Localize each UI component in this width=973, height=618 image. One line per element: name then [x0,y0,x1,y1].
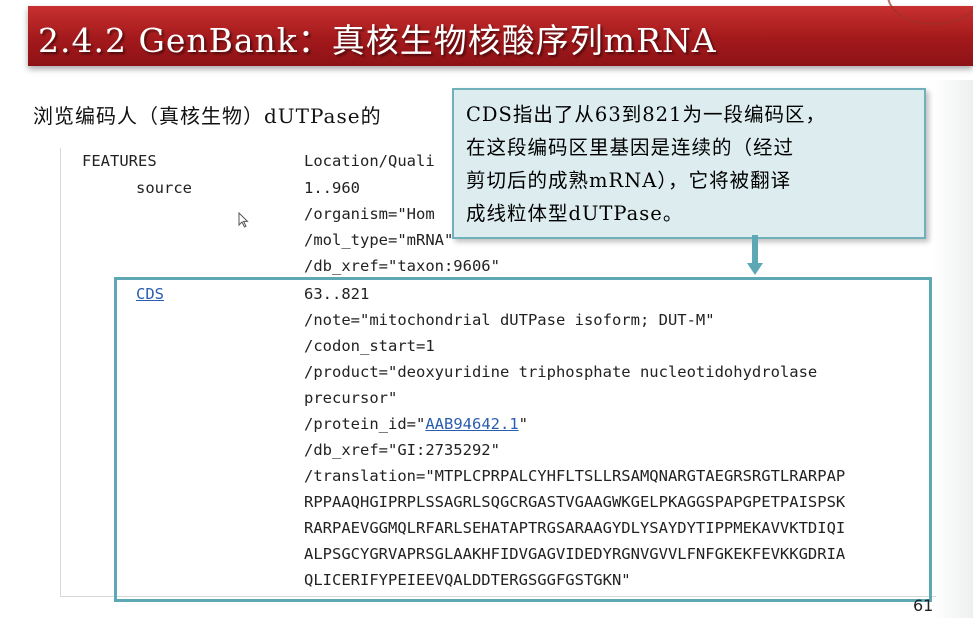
source-feature-key: source [136,179,192,197]
source-location: 1..960 [304,179,360,197]
logo-emblem [887,0,973,25]
slide-title: 2.4.2 GenBank：真核生物核酸序列mRNA [38,21,717,60]
slide-edge-shadow [932,80,973,618]
cds-product-line-1: /product="deoxyuridine triphosphate nucl… [304,363,818,381]
translation-prefix: /translation=" [304,467,435,485]
page-number: 61 [913,596,934,615]
cds-feature-link[interactable]: CDS [136,285,164,303]
translation-seq-1: MTPLCPRPALCYHFLTSLLRSAMQNARGTAEGRSRGTLRA… [434,467,846,485]
explanation-callout: CDS指出了从63到821为一段编码区， 在这段编码区里基因是连续的（经过 剪切… [452,88,926,239]
cds-translation-line-1: /translation="MTPLCPRPALCYHFLTSLLRSAMQNA… [304,467,845,485]
slide-subtitle: 浏览编码人（真核生物）dUTPase的 [33,104,382,128]
cds-translation-line-3: RARPAEVGGMQLRFARLSEHATAPTRGSARAAGYDLYSAY… [304,519,846,537]
title-bar: 2.4.2 GenBank：真核生物核酸序列mRNA [28,0,973,66]
cds-translation-line-4: ALPSGCYGRVAPRSGLAAKHFIDVGAGVIDEDYRGNVGVV… [304,545,846,563]
callout-line-3: 剪切后的成熟mRNA），它将被翻译 [466,169,792,192]
cds-translation-line-5: QLICERIFYPEIEEVQALDDTERGSGGFGSTGKN" [304,571,631,589]
callout-line-4: 成线粒体型dUTPase。 [466,202,684,225]
callout-line-2: 在这段编码区里基因是连续的（经过 [466,136,795,159]
cds-db-xref: /db_xref="GI:2735292" [304,441,500,459]
protein-id-suffix: " [518,415,528,433]
cds-translation-line-2: RPPAAQHGIPRPLSSAGRLSQGCRGASTVGAAGWKGELPK… [304,493,846,511]
protein-id-link[interactable]: AAB94642.1 [425,415,518,433]
cds-protein-id: /protein_id="AAB94642.1" [304,415,528,433]
cds-location: 63..821 [304,285,370,303]
cds-product-line-2: precursor" [304,389,398,407]
cds-codon-start: /codon_start=1 [304,337,435,355]
callout-arrow-shaft [752,235,758,265]
callout-line-1: CDS指出了从63到821为一段编码区， [466,103,826,126]
protein-id-prefix: /protein_id=" [304,415,426,433]
cds-note: /note="mitochondrial dUTPase isoform; DU… [304,311,715,329]
location-qualifiers-header: Location/Quali [304,152,435,170]
source-mol-type: /mol_type="mRNA" [304,231,454,249]
mouse-pointer-icon [238,212,249,228]
source-db-xref: /db_xref="taxon:9606" [304,257,500,275]
callout-arrow-head-icon [747,263,763,275]
source-organism: /organism="Hom [304,205,435,223]
features-header: FEATURES [82,152,157,170]
